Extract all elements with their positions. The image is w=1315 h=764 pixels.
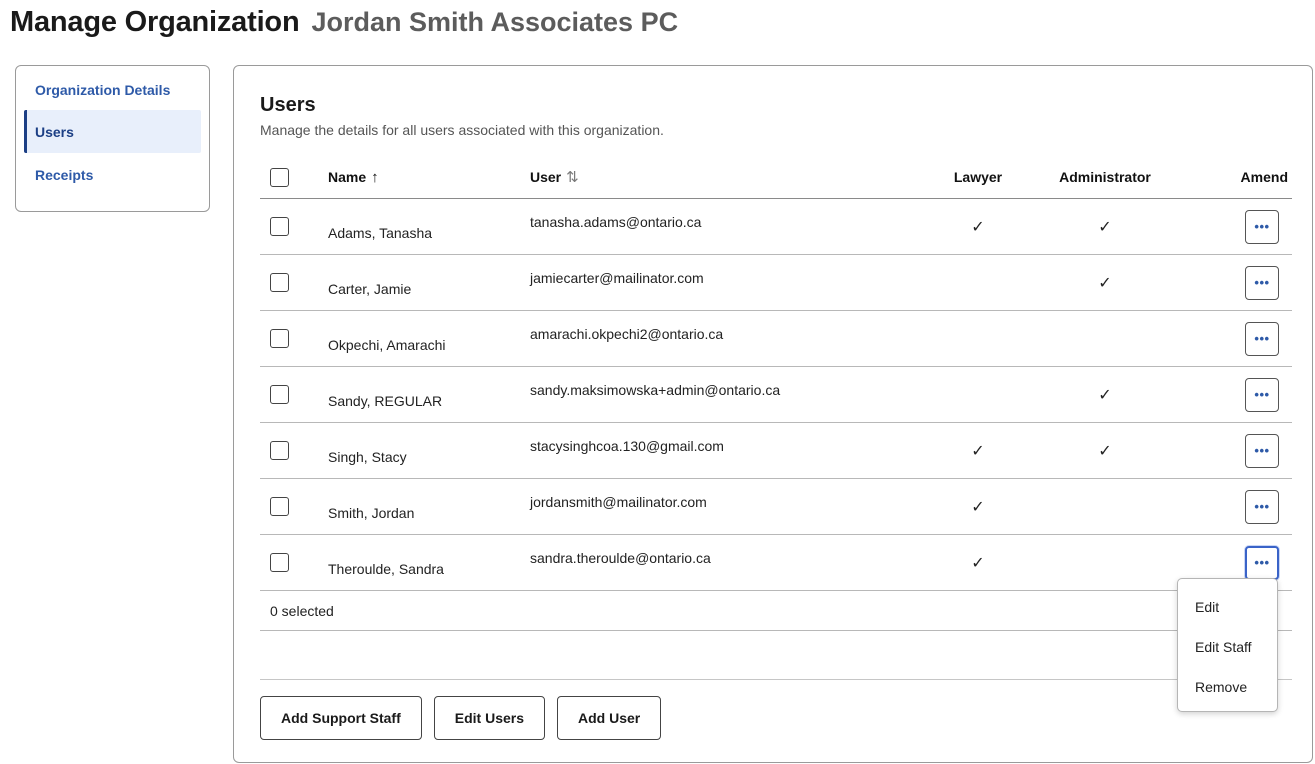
table-row: Smith, Jordan jordansmith@mailinator.com… [260,479,1292,535]
table-row: Singh, Stacy stacysinghcoa.130@gmail.com… [260,423,1292,479]
more-horizontal-icon: ••• [1254,555,1270,570]
user-email: sandra.theroulde@ontario.ca [530,549,711,566]
table-row: Adams, Tanasha tanasha.adams@ontario.ca … [260,199,1292,255]
divider [260,679,1292,680]
more-horizontal-icon: ••• [1254,499,1270,514]
selection-summary-row: 0 selected [260,591,1292,631]
menu-item-remove[interactable]: Remove [1178,667,1277,707]
user-email: amarachi.okpechi2@ontario.ca [530,325,724,342]
amend-button[interactable]: ••• [1245,489,1279,524]
amend-button[interactable]: ••• [1245,377,1279,412]
add-user-button[interactable]: Add User [557,696,662,740]
check-icon: ✓ [1098,442,1112,460]
users-card: Users Manage the details for all users a… [233,65,1313,763]
user-name: Theroulde, Sandra [328,560,444,577]
row-checkbox[interactable] [270,497,289,516]
sidebar-item-users[interactable]: Users [24,110,201,153]
more-horizontal-icon: ••• [1254,275,1270,290]
more-horizontal-icon: ••• [1254,331,1270,346]
user-name: Singh, Stacy [328,448,407,465]
sidebar-item-label: Users [35,123,74,140]
sort-icon: ⇅ [566,169,579,186]
row-checkbox[interactable] [270,441,289,460]
action-bar: Add Support Staff Edit Users Add User [260,696,662,740]
table-row: Theroulde, Sandra sandra.theroulde@ontar… [260,535,1292,591]
more-horizontal-icon: ••• [1254,387,1270,402]
more-horizontal-icon: ••• [1254,443,1270,458]
menu-item-edit-staff[interactable]: Edit Staff [1178,627,1277,667]
select-all-checkbox[interactable] [270,167,289,187]
amend-dropdown-menu: Edit Edit Staff Remove [1177,578,1278,712]
sidebar-item-receipts[interactable]: Receipts [24,153,201,196]
check-icon: ✓ [1098,218,1112,236]
amend-button[interactable]: ••• [1245,433,1279,468]
table-row: Carter, Jamie jamiecarter@mailinator.com… [260,255,1292,311]
user-name: Sandy, REGULAR [328,392,443,409]
user-name: Smith, Jordan [328,504,415,521]
row-checkbox[interactable] [270,329,289,348]
side-nav: Organization Details Users Receipts [15,65,210,212]
user-name: Adams, Tanasha [328,224,433,241]
column-header-amend: Amend [1240,169,1288,185]
amend-button[interactable]: ••• [1245,209,1279,244]
column-header-name[interactable]: Name ↑ [328,156,379,198]
table-row: Sandy, REGULAR sandy.maksimowska+admin@o… [260,367,1292,423]
menu-item-edit[interactable]: Edit [1178,587,1277,627]
user-name: Okpechi, Amarachi [328,336,446,353]
edit-users-button[interactable]: Edit Users [433,696,546,740]
arrow-up-icon: ↑ [371,168,379,186]
check-icon: ✓ [971,218,985,236]
amend-button[interactable]: ••• [1245,321,1279,356]
page-header: Manage Organization Jordan Smith Associa… [10,6,678,46]
row-checkbox[interactable] [270,553,289,572]
check-icon: ✓ [1098,274,1112,292]
amend-button-active[interactable]: ••• [1245,545,1279,580]
users-table: Name ↑ User ⇅ Lawyer Administrator Amend… [260,156,1292,631]
section-subtitle: Manage the details for all users associa… [260,122,664,138]
check-icon: ✓ [971,554,985,572]
check-icon: ✓ [971,498,985,516]
row-checkbox[interactable] [270,273,289,292]
row-checkbox[interactable] [270,385,289,404]
user-name: Carter, Jamie [328,280,412,297]
add-support-staff-button[interactable]: Add Support Staff [260,696,422,740]
column-header-user[interactable]: User ⇅ [530,156,579,198]
user-email: tanasha.adams@ontario.ca [530,213,702,230]
sidebar-item-label: Organization Details [35,82,171,98]
table-row: Okpechi, Amarachi amarachi.okpechi2@onta… [260,311,1292,367]
row-checkbox[interactable] [270,217,289,236]
section-title: Users [260,94,316,116]
user-email: stacysinghcoa.130@gmail.com [530,437,724,454]
amend-button[interactable]: ••• [1245,265,1279,300]
check-icon: ✓ [971,442,985,460]
selected-count: 0 selected [270,602,334,619]
page-title: Manage Organization [10,6,300,38]
table-header-row: Name ↑ User ⇅ Lawyer Administrator Amend [260,156,1292,199]
user-email: jordansmith@mailinator.com [530,493,707,510]
check-icon: ✓ [1098,386,1112,404]
sidebar-item-label: Receipts [35,166,94,183]
user-email: jamiecarter@mailinator.com [530,269,704,286]
user-email: sandy.maksimowska+admin@ontario.ca [530,381,781,398]
more-horizontal-icon: ••• [1254,219,1270,234]
organization-name: Jordan Smith Associates PC [311,7,679,37]
column-header-administrator: Administrator [1059,169,1151,185]
sidebar-item-organization-details[interactable]: Organization Details [24,76,201,110]
column-header-lawyer: Lawyer [953,169,1003,185]
